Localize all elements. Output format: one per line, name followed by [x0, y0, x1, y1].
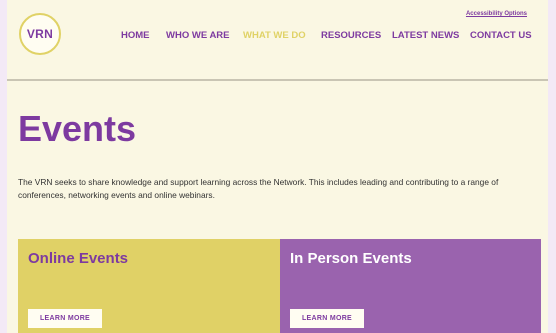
accessibility-options-link[interactable]: Accessibility Options — [466, 11, 527, 17]
nav-item-home[interactable]: HOME — [121, 30, 150, 41]
vrn-logo[interactable]: VRN — [19, 13, 61, 55]
online-events-title: Online Events — [28, 250, 129, 267]
nav-item-who-we-are[interactable]: WHO WE ARE — [166, 30, 230, 41]
nav-item-contact-us[interactable]: CONTACT US — [470, 30, 532, 41]
online-events-learn-more-button[interactable]: LEARN MORE — [28, 309, 102, 328]
online-events-card: Online Events LEARN MORE — [18, 239, 280, 333]
intro-text: The VRN seeks to share knowledge and sup… — [18, 177, 499, 200]
in-person-events-title: In Person Events — [290, 250, 412, 267]
in-person-events-learn-more-button[interactable]: LEARN MORE — [290, 309, 364, 328]
page-title: Events — [18, 108, 137, 149]
nav-item-what-we-do[interactable]: WHAT WE DO — [243, 30, 306, 41]
in-person-events-card: In Person Events LEARN MORE — [280, 239, 541, 333]
page: VRN Accessibility Options HOME WHO WE AR… — [7, 0, 548, 333]
nav-item-resources[interactable]: RESOURCES — [321, 30, 381, 41]
header-divider — [7, 79, 548, 81]
site-header: VRN Accessibility Options HOME WHO WE AR… — [7, 0, 548, 80]
nav-item-latest-news[interactable]: LATEST NEWS — [392, 30, 459, 41]
